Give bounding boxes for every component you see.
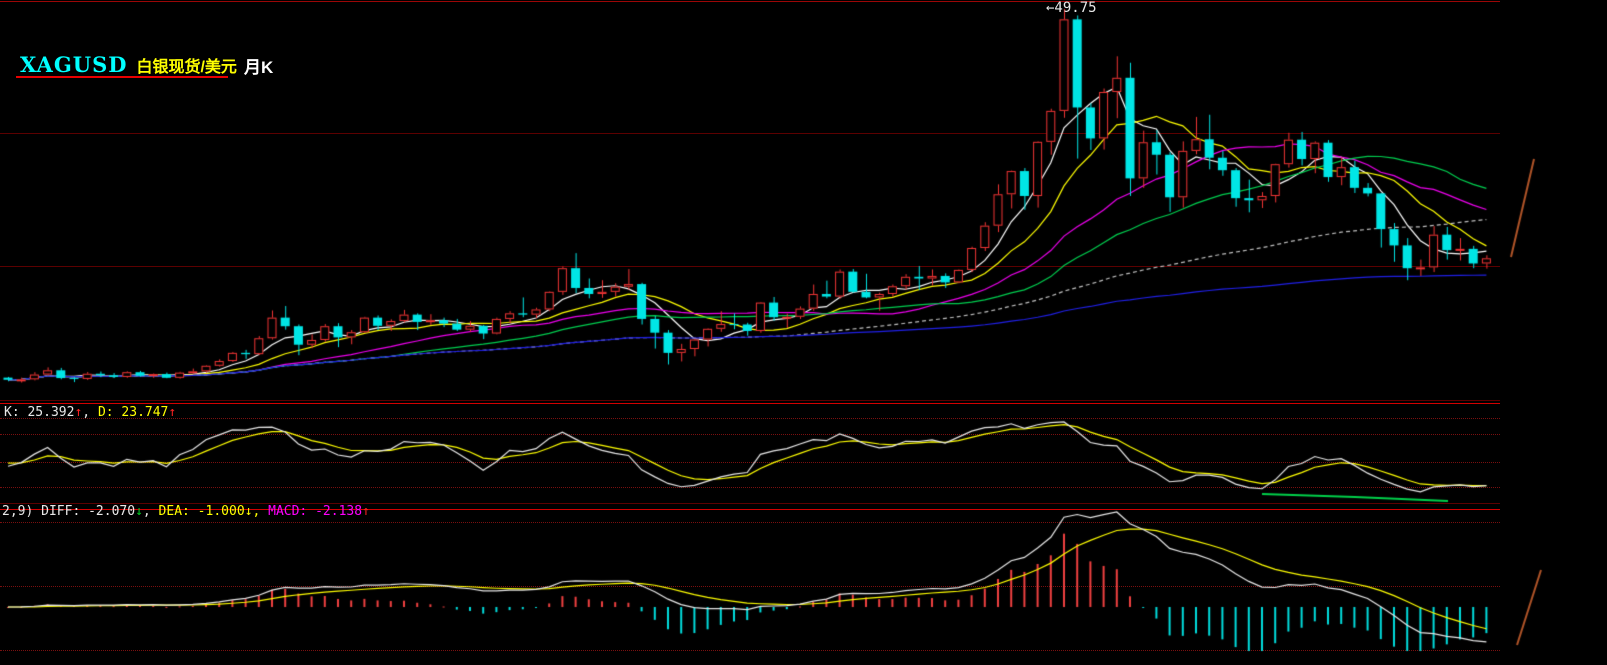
kdj-d-value: D: 23.747 — [97, 405, 169, 420]
kdj-k-value: K: 25.392 — [4, 405, 75, 420]
macd-diff-value: DIFF: -2.070 — [41, 504, 136, 519]
title-underline — [16, 76, 228, 78]
macd-dea-value: DEA: -1.000 — [158, 504, 245, 519]
peak-price-annotation: ←49.75 — [1046, 0, 1097, 16]
symbol-code[interactable]: XAGUSD — [20, 52, 127, 77]
symbol-name: 白银现货/美元 — [136, 59, 237, 76]
macd-diff-arrow-icon: ↓ — [135, 504, 143, 519]
macd-indicator-label: 2,9) DIFF: -2.070↓, DEA: -1.000↓, MACD: … — [2, 504, 370, 519]
chart-canvas[interactable] — [0, 0, 1607, 665]
title-bar: XAGUSD 白银现货/美元 — [20, 52, 237, 77]
macd-hist-arrow-icon: ↑ — [362, 504, 370, 519]
kdj-d-arrow-icon: ↑ — [168, 405, 177, 420]
macd-hist-value: MACD: -2.138 — [268, 504, 363, 519]
period-label[interactable]: 月K — [244, 53, 273, 78]
kdj-indicator-label: K: 25.392↑, D: 23.747↑ — [4, 405, 177, 420]
macd-params: 2,9) — [2, 504, 42, 519]
chart-app-window: XAGUSD 白银现货/美元 月K ←49.75 K: 25.392↑, D: 2… — [0, 0, 1607, 665]
